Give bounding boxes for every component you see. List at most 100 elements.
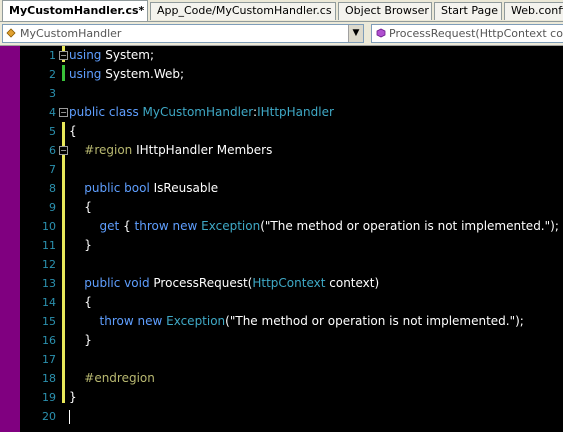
line-number: 12 [42, 258, 56, 271]
method-icon [375, 26, 386, 38]
class-dropdown[interactable]: MyCustomHandler ▼ [2, 24, 364, 43]
code-token: using [69, 67, 102, 81]
line-number: 6 [49, 144, 56, 157]
class-dropdown-value: MyCustomHandler [20, 27, 122, 40]
code-line[interactable]: 14 { [0, 293, 563, 312]
code-token: #endregion [69, 371, 155, 385]
line-number: 19 [42, 391, 56, 404]
code-token: ProcessRequest( [153, 276, 253, 290]
code-line[interactable]: 7 [0, 160, 563, 179]
code-text: { [69, 198, 92, 217]
code-token: MyCustomHandler [142, 105, 254, 119]
code-line[interactable]: 1− using System; [0, 46, 563, 65]
document-tab-bar: MyCustomHandler.cs* App_Code/MyCustomHan… [0, 0, 563, 22]
line-number: 8 [49, 182, 56, 195]
code-token: public bool [69, 181, 150, 195]
line-number: 14 [42, 296, 56, 309]
code-text: using System; [69, 46, 154, 65]
line-number: 1 [49, 49, 56, 62]
collapse-region-icon[interactable]: − [59, 108, 68, 117]
code-line[interactable]: 8 public bool IsReusable [0, 179, 563, 198]
code-token: #region [69, 143, 133, 157]
code-line[interactable]: 13 public void ProcessRequest(HttpContex… [0, 274, 563, 293]
chevron-down-icon[interactable]: ▼ [348, 25, 363, 42]
code-token: public class [69, 105, 139, 119]
tab-web-config[interactable]: Web.config [504, 2, 563, 20]
code-line[interactable]: 12 [0, 255, 563, 274]
line-number: 9 [49, 201, 56, 214]
tab-mycustomhandler-cs[interactable]: MyCustomHandler.cs* [2, 0, 148, 21]
code-token: using [69, 48, 102, 62]
code-text: } [69, 331, 92, 350]
code-token: { [123, 219, 131, 233]
code-text: public void ProcessRequest(HttpContext c… [69, 274, 379, 293]
code-text: #endregion [69, 369, 155, 388]
navigation-bar: MyCustomHandler ▼ ProcessRequest(HttpCon… [0, 22, 563, 46]
code-line[interactable]: 9 { [0, 198, 563, 217]
line-number: 15 [42, 315, 56, 328]
code-token: throw new [134, 219, 198, 233]
code-line[interactable]: 6− #region IHttpHandler Members [0, 141, 563, 160]
code-token: { [69, 200, 92, 214]
code-token: Exception [166, 314, 226, 328]
tab-object-browser[interactable]: Object Browser [338, 2, 432, 20]
code-line[interactable]: 20 [0, 407, 563, 426]
code-line[interactable]: 15 throw new Exception("The method or op… [0, 312, 563, 331]
code-token: context) [329, 276, 380, 290]
code-token: { [69, 295, 92, 309]
code-token: IsReusable [153, 181, 219, 195]
code-line[interactable]: 17 [0, 350, 563, 369]
tab-app-code-mycustomhandler[interactable]: App_Code/MyCustomHandler.cs [150, 2, 336, 20]
code-text: } [69, 388, 77, 407]
line-number: 13 [42, 277, 56, 290]
code-line[interactable]: 16 } [0, 331, 563, 350]
code-text: throw new Exception("The method or opera… [69, 312, 524, 331]
code-line[interactable]: 2 using System.Web; [0, 65, 563, 84]
tab-start-page[interactable]: Start Page [434, 2, 502, 20]
code-text: } [69, 236, 92, 255]
code-token: } [69, 238, 92, 252]
code-text: { [69, 122, 77, 141]
line-number: 17 [42, 353, 56, 366]
code-token: System.Web; [105, 67, 185, 81]
code-line[interactable]: 10 get { throw new Exception("The method… [0, 217, 563, 236]
tab-label: Object Browser [345, 4, 429, 17]
line-number: 11 [42, 239, 56, 252]
code-token: ("The method or operation is not impleme… [260, 219, 563, 233]
code-line[interactable]: 5{ [0, 122, 563, 141]
code-token: get [69, 219, 120, 233]
code-text: get { throw new Exception("The method or… [69, 217, 563, 236]
text-caret [69, 410, 70, 424]
code-text: #region IHttpHandler Members [69, 141, 272, 160]
code-line[interactable]: 18 #endregion [0, 369, 563, 388]
code-line[interactable]: 4− public class MyCustomHandler:IHttpHand… [0, 103, 563, 122]
code-line[interactable]: 3 [0, 84, 563, 103]
line-number: 18 [42, 372, 56, 385]
code-text: using System.Web; [69, 65, 184, 84]
code-line[interactable]: 19} [0, 388, 563, 407]
code-editor[interactable]: 1− using System; 2 using System.Web; 3 4− publ… [0, 46, 563, 432]
code-token: { [69, 124, 77, 138]
tab-label: App_Code/MyCustomHandler.cs [157, 4, 332, 17]
code-token: } [69, 390, 77, 404]
code-token: } [69, 333, 92, 347]
collapse-region-icon[interactable]: − [59, 51, 68, 60]
tab-label: Start Page [441, 4, 498, 17]
code-token: throw new [69, 314, 163, 328]
member-dropdown[interactable]: ProcessRequest(HttpContext conte [371, 24, 563, 43]
code-text: public class MyCustomHandler:IHttpHandle… [69, 103, 334, 122]
line-number: 5 [49, 125, 56, 138]
collapse-region-icon[interactable]: − [59, 146, 68, 155]
code-token: IHttpHandler Members [136, 143, 273, 157]
line-number: 7 [49, 163, 56, 176]
code-text: public bool IsReusable [69, 179, 218, 198]
code-text: { [69, 293, 92, 312]
code-token: System; [105, 48, 155, 62]
line-number: 20 [42, 410, 56, 423]
tab-label: Web.config [511, 4, 563, 17]
code-token: public void [69, 276, 150, 290]
line-number: 2 [49, 68, 56, 81]
member-dropdown-value: ProcessRequest(HttpContext conte [389, 27, 563, 40]
code-token: ("The method or operation is not impleme… [225, 314, 524, 328]
code-line[interactable]: 11 } [0, 236, 563, 255]
